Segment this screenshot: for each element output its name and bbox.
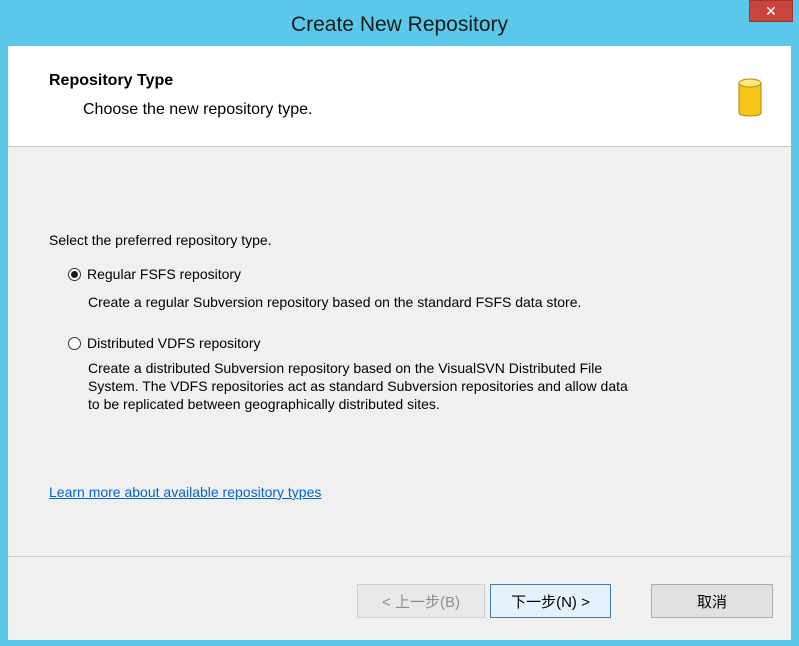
option-regular-fsfs[interactable]: Regular FSFS repository: [68, 266, 241, 282]
radio-regular-fsfs[interactable]: [68, 267, 81, 281]
back-button[interactable]: < 上一步(B): [357, 584, 485, 618]
page-title: Repository Type: [49, 72, 174, 89]
page-subtitle: Choose the new repository type.: [83, 101, 313, 118]
description-line: Create a distributed Subversion reposito…: [88, 360, 603, 376]
close-icon: ✕: [765, 2, 777, 19]
dialog-window: Create New Repository ✕ Repository Type …: [0, 0, 799, 646]
description-line: Create a regular Subversion repository b…: [88, 294, 582, 310]
description-line: to be replicated between geographically …: [88, 396, 440, 412]
learn-more-link[interactable]: Learn more about available repository ty…: [49, 484, 321, 500]
footer-divider: [8, 556, 791, 557]
dialog-client-area: Repository Type Choose the new repositor…: [8, 46, 791, 640]
cancel-button[interactable]: 取消: [651, 584, 773, 618]
window-title: Create New Repository: [290, 13, 509, 36]
wizard-body: Select the preferred repository type. Re…: [8, 147, 791, 557]
option-description-regular-fsfs: Create a regular Subversion repository b…: [88, 293, 581, 311]
description-line: System. The VDFS repositories act as sta…: [88, 378, 628, 394]
option-distributed-vdfs[interactable]: Distributed VDFS repository: [68, 335, 261, 351]
prompt-text: Select the preferred repository type.: [49, 232, 272, 248]
database-icon: [738, 78, 762, 117]
option-label-distributed-vdfs: Distributed VDFS repository: [87, 335, 261, 351]
close-button[interactable]: ✕: [749, 0, 793, 22]
option-description-distributed-vdfs: Create a distributed Subversion reposito…: [88, 359, 628, 413]
option-label-regular-fsfs: Regular FSFS repository: [87, 266, 242, 282]
radio-distributed-vdfs[interactable]: [68, 336, 81, 350]
title-bar[interactable]: Create New Repository ✕: [0, 0, 799, 46]
next-button[interactable]: 下一步(N) >: [490, 584, 611, 618]
wizard-header: Repository Type Choose the new repositor…: [8, 46, 791, 147]
